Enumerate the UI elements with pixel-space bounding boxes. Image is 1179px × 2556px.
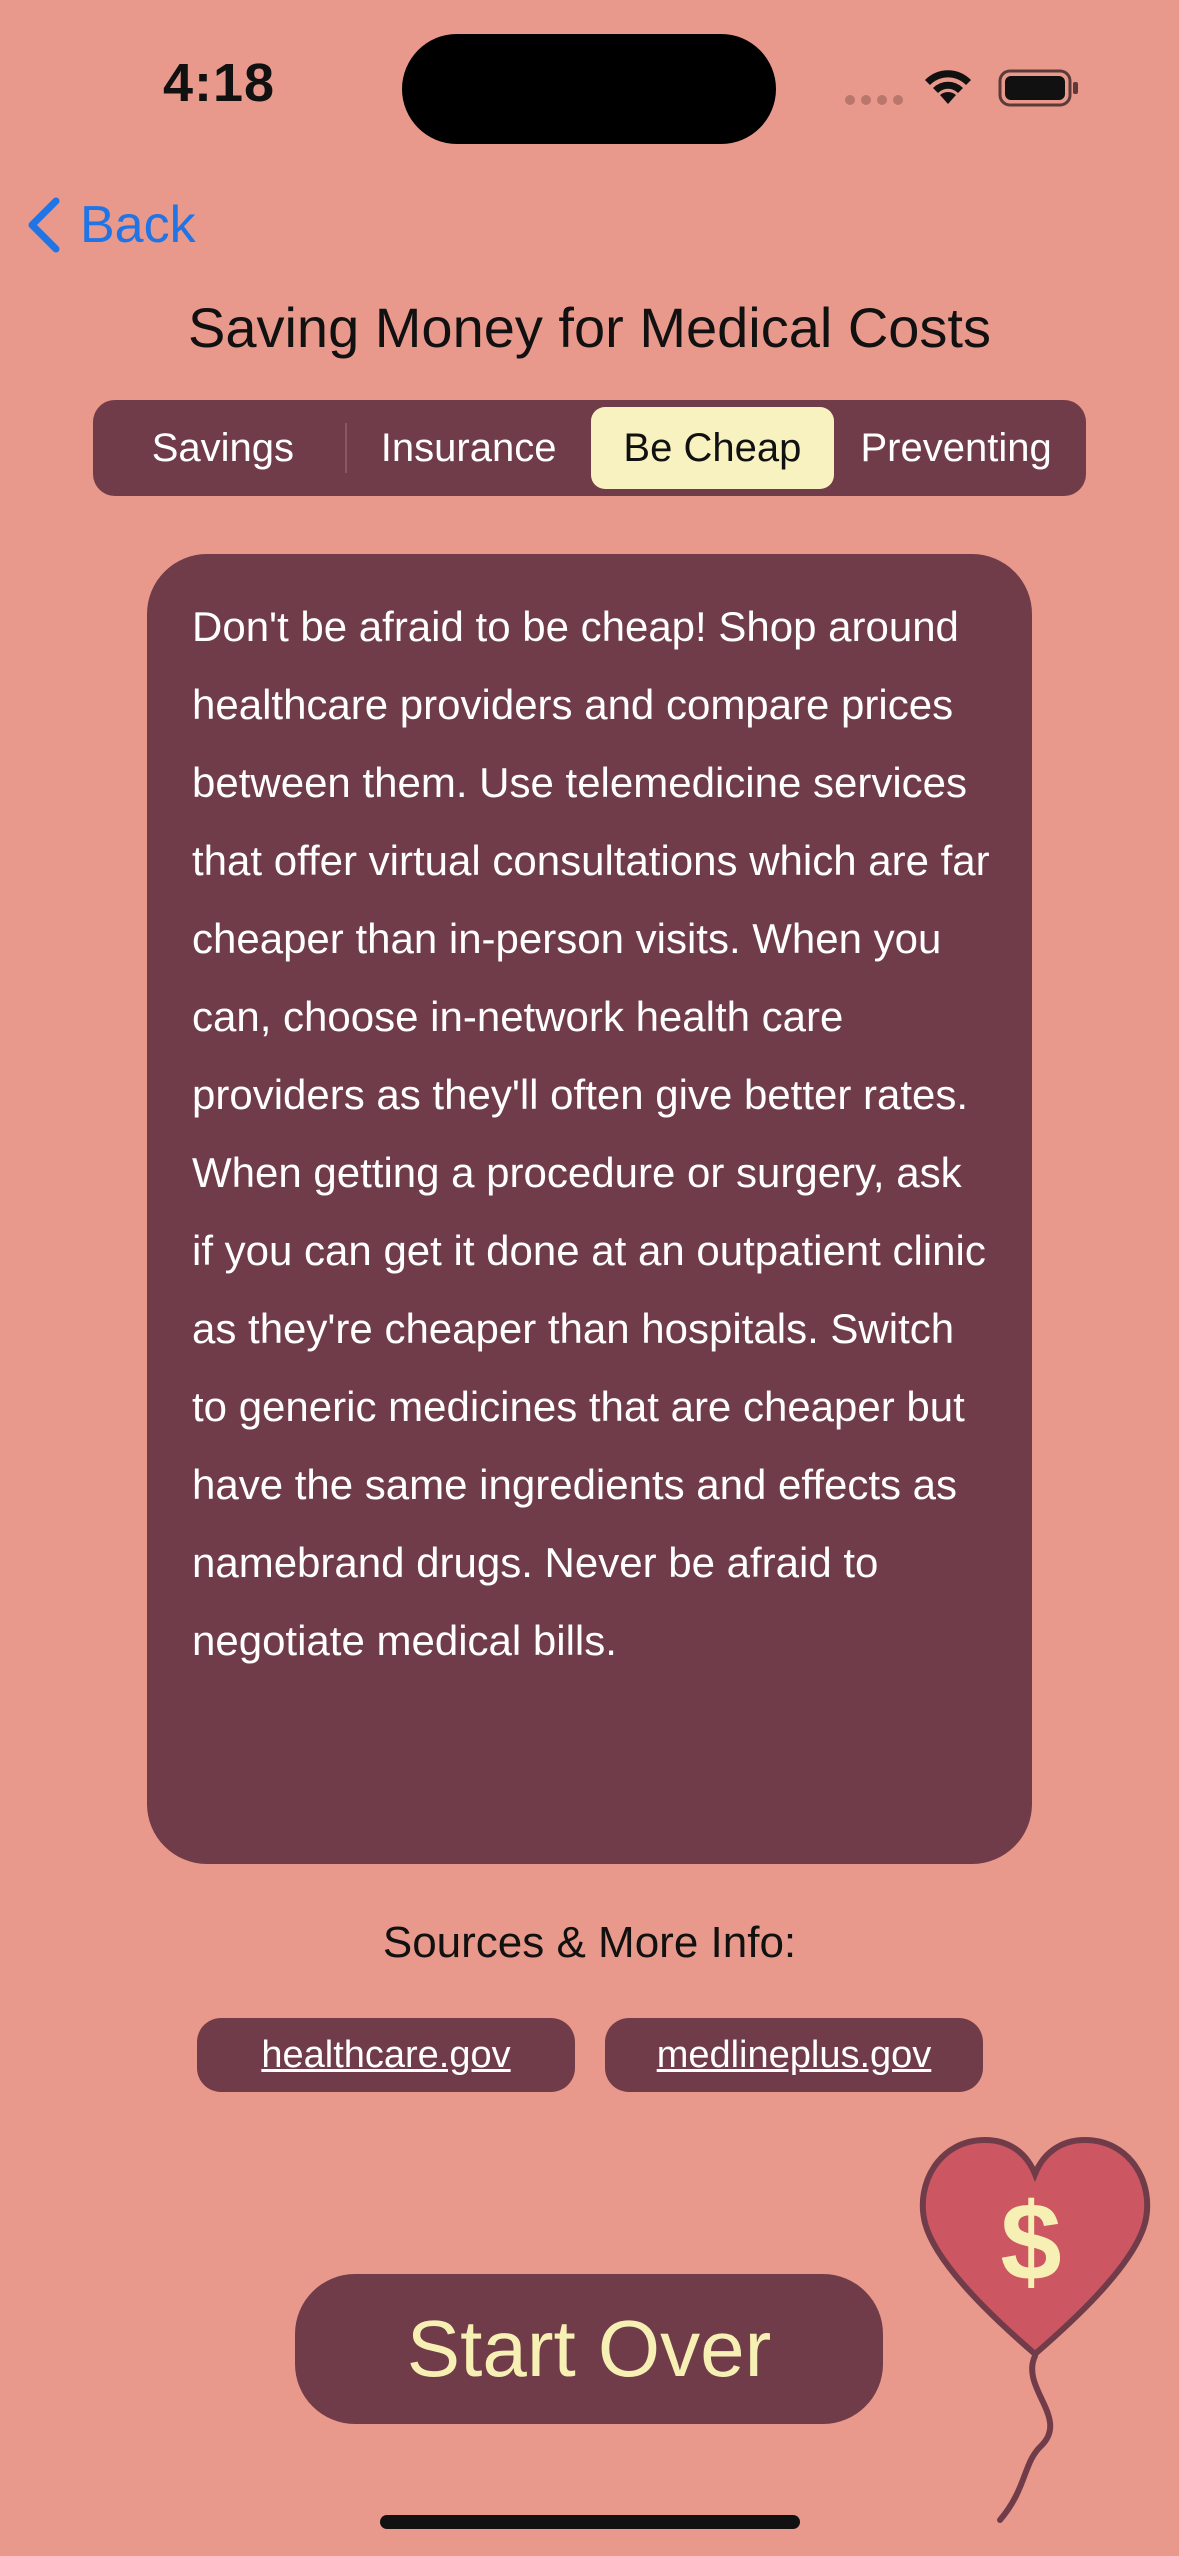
tab-savings[interactable]: Savings	[101, 407, 345, 489]
link-healthcare-gov[interactable]: healthcare.gov	[197, 2018, 575, 2092]
content-body: Don't be afraid to be cheap! Shop around…	[192, 603, 990, 1664]
back-label: Back	[80, 196, 196, 254]
page-title: Saving Money for Medical Costs	[187, 296, 991, 359]
heart-balloon-icon: $	[919, 2136, 1151, 2523]
home-indicator[interactable]	[380, 2515, 800, 2529]
link-medlineplus-gov[interactable]: medlineplus.gov	[605, 2018, 983, 2092]
chevron-left-icon	[28, 197, 60, 253]
tab-preventing[interactable]: Preventing	[834, 407, 1078, 489]
topic-segmented-control: Savings Insurance Be Cheap Preventing	[93, 400, 1086, 496]
cellular-signal-icon	[845, 95, 903, 105]
balloon-dollar-symbol: $	[1000, 2181, 1061, 2304]
status-time: 4:18	[163, 53, 276, 113]
start-over-button[interactable]: Start Over	[295, 2274, 883, 2424]
wifi-icon	[925, 70, 971, 104]
battery-icon	[998, 69, 1078, 107]
status-bar: 4:18	[0, 0, 1179, 160]
tab-insurance[interactable]: Insurance	[347, 407, 591, 489]
dynamic-island	[402, 34, 776, 144]
content-card: Don't be afraid to be cheap! Shop around…	[147, 554, 1032, 1864]
tab-be-cheap[interactable]: Be Cheap	[590, 407, 835, 489]
sources-title: Sources & More Info:	[382, 1918, 797, 1967]
back-button[interactable]: Back	[24, 195, 196, 255]
